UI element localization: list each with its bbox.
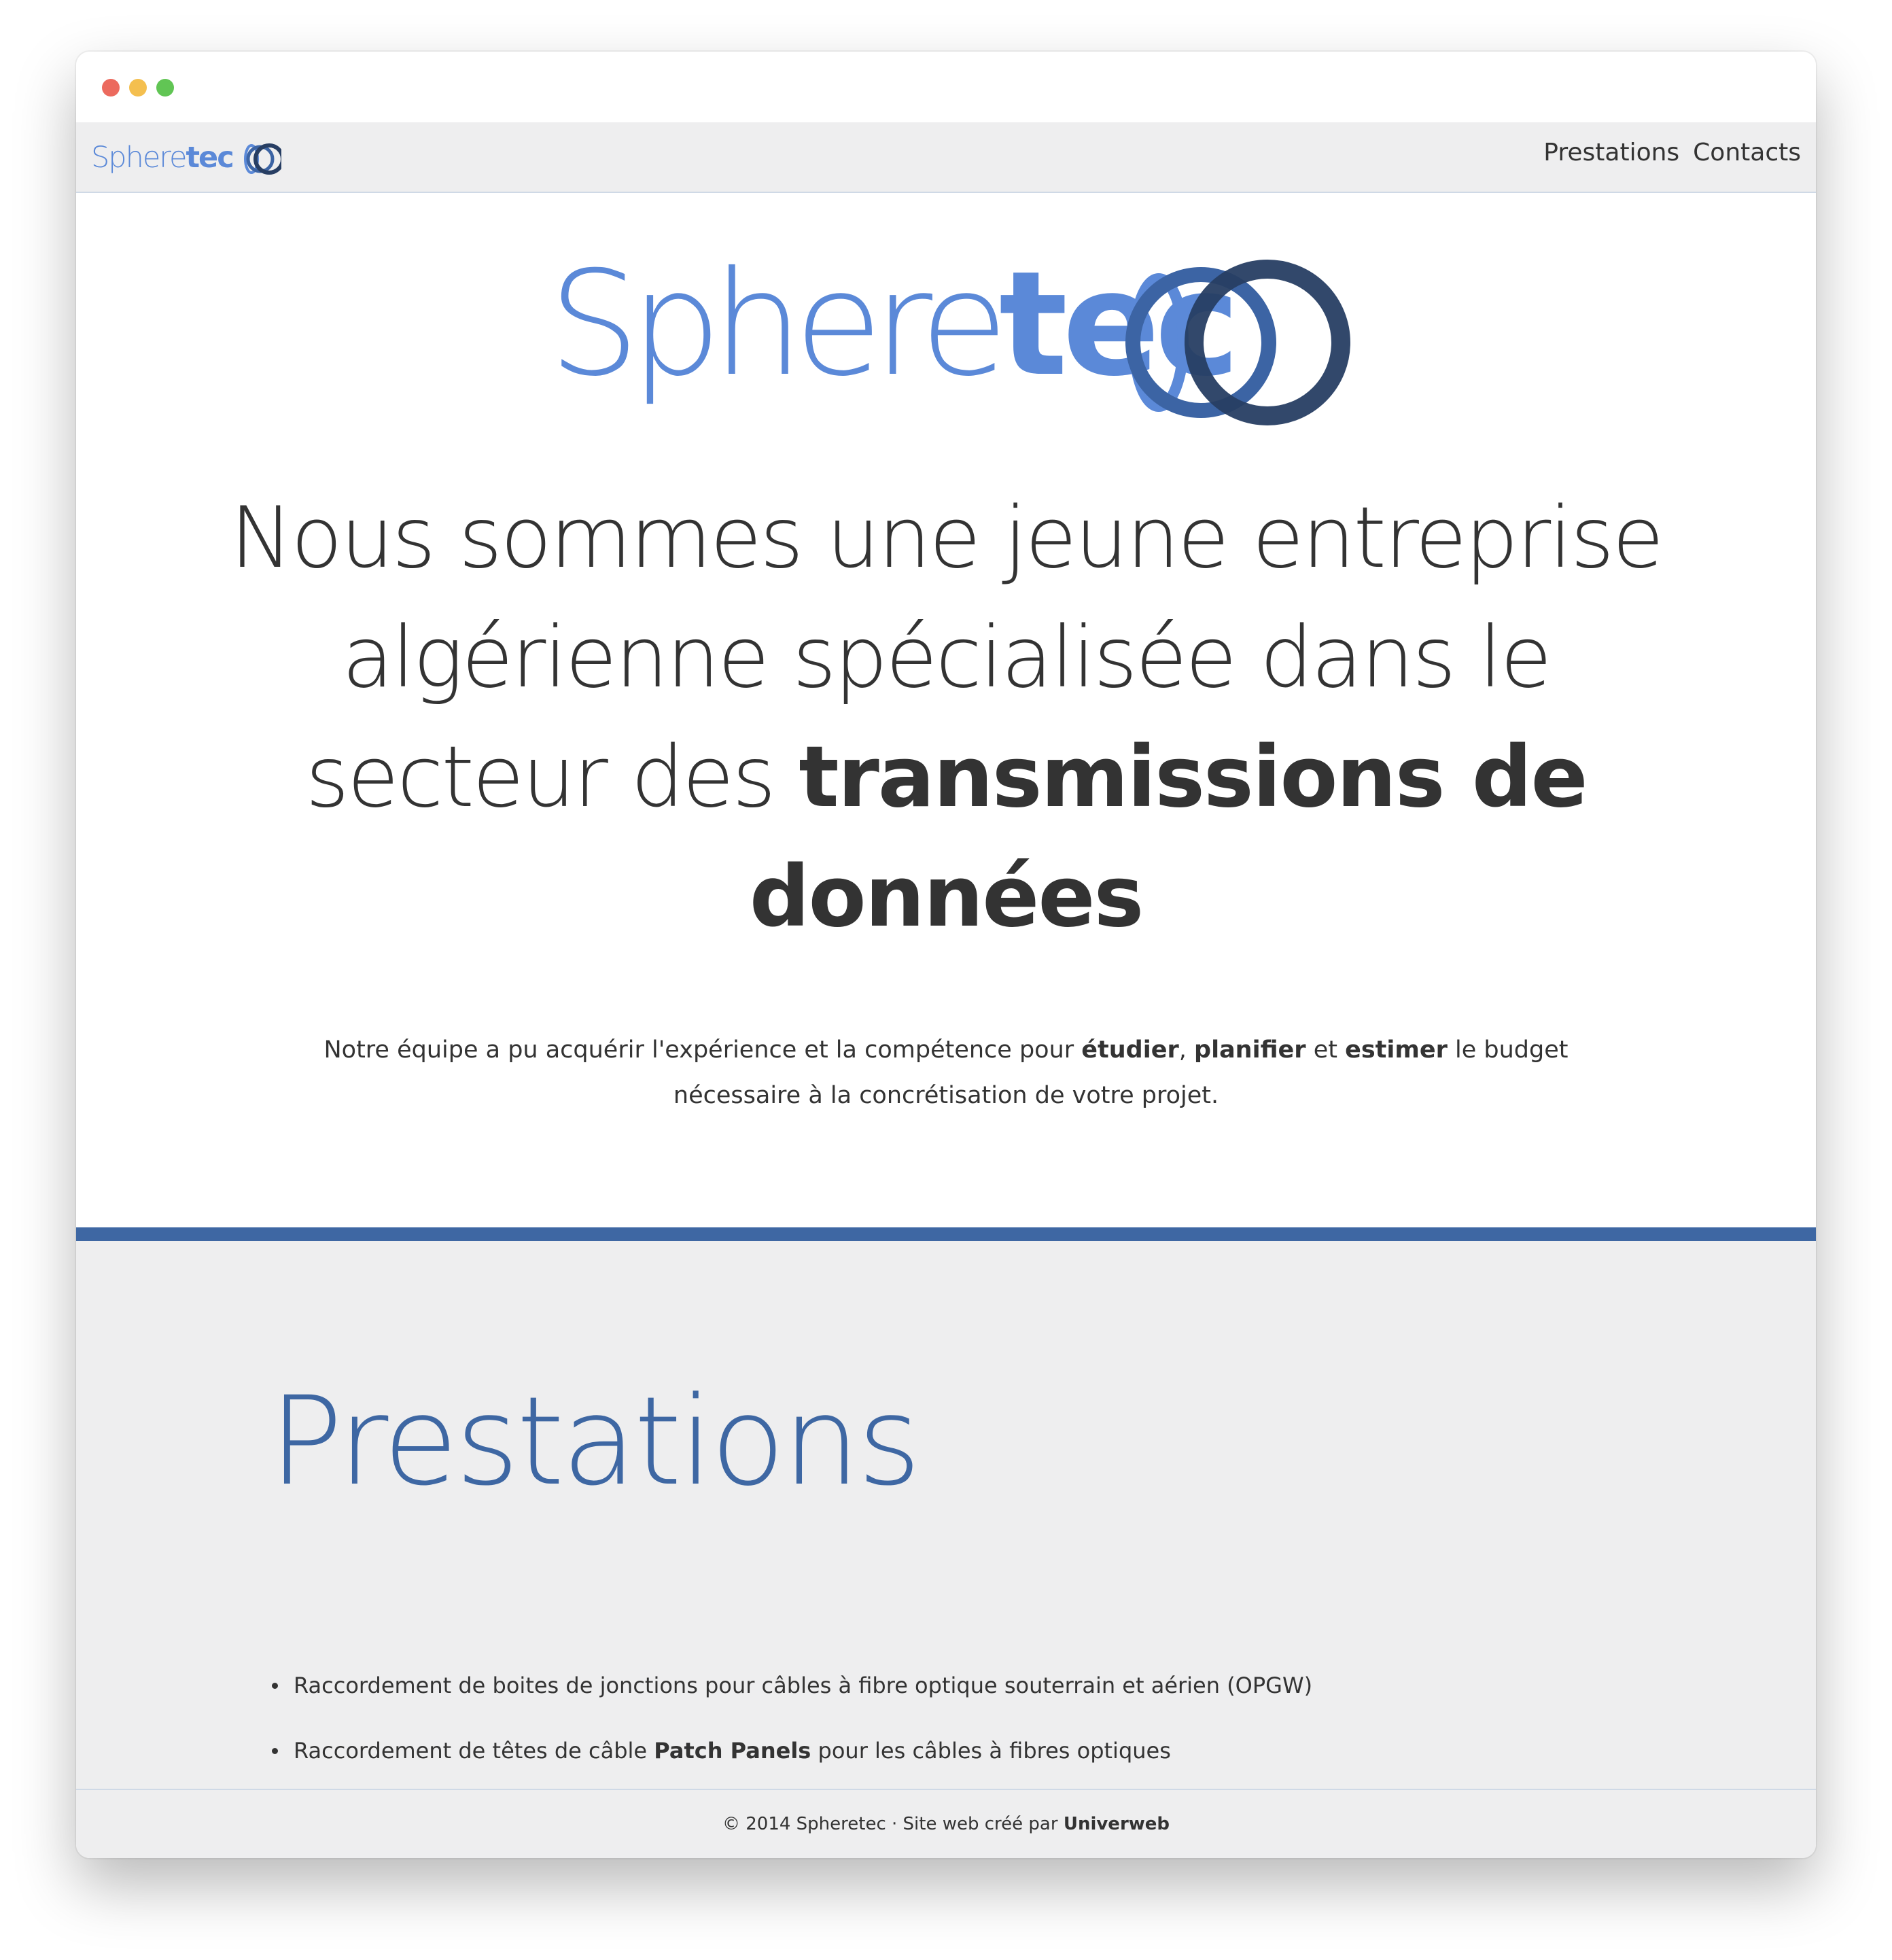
navbar: Spheretec Prestations Contacts: [76, 122, 1816, 193]
services-section: Prestations Raccordement de boites de jo…: [76, 1241, 1816, 1789]
intro-keyword-etudier: étudier: [1081, 1036, 1179, 1064]
hero-headline: Nous sommes une jeune entreprise algérie…: [212, 478, 1680, 957]
hero-logo: Spheretec: [548, 256, 1350, 425]
nav-logo[interactable]: Spheretec: [91, 136, 281, 178]
svg-text:Spheretec: Spheretec: [91, 141, 233, 175]
list-item-text: pour les câbles à fibres optiques: [818, 1738, 1171, 1764]
zoom-window-button[interactable]: [156, 79, 174, 97]
footer: © 2014 Spheretec · Site web créé par Uni…: [76, 1789, 1816, 1858]
intro-separator: ,: [1178, 1036, 1187, 1064]
footer-credit-link[interactable]: Univerweb: [1064, 1814, 1170, 1834]
hero-section: Spheretec Nous sommes une jeune entrepri…: [76, 193, 1816, 1227]
intro-keyword-planifier: planifier: [1194, 1036, 1306, 1064]
list-item: Raccordement de boites de jonctions pour…: [271, 1669, 1313, 1734]
services-title: Prestations: [269, 1371, 921, 1513]
browser-window: Spheretec Prestations Contacts Spheretec…: [76, 52, 1816, 1858]
list-item-text: Raccordement de boites de jonctions pour…: [294, 1673, 1313, 1698]
intro-keyword-estimer: estimer: [1345, 1036, 1448, 1064]
nav-link-prestations[interactable]: Prestations: [1543, 139, 1679, 167]
minimize-window-button[interactable]: [129, 79, 147, 97]
hero-intro: Notre équipe a pu acquérir l'expérience …: [280, 1028, 1612, 1119]
list-item-bold-text: Patch Panels: [654, 1738, 811, 1764]
services-list: Raccordement de boites de jonctions pour…: [271, 1669, 1313, 1800]
intro-text: et: [1313, 1036, 1337, 1064]
intro-text: Notre équipe a pu acquérir l'expérience …: [323, 1036, 1074, 1064]
nav-link-contacts[interactable]: Contacts: [1693, 139, 1801, 167]
footer-copyright: © 2014 Spheretec · Site web créé par: [722, 1814, 1058, 1834]
section-divider: [76, 1227, 1816, 1241]
nav-menu: Prestations Contacts: [1543, 139, 1801, 167]
list-item-text: Raccordement de têtes de câble: [294, 1738, 648, 1764]
close-window-button[interactable]: [102, 79, 120, 97]
headline-bold-text: transmissions de données: [749, 729, 1588, 946]
window-titlebar: [76, 52, 1816, 122]
